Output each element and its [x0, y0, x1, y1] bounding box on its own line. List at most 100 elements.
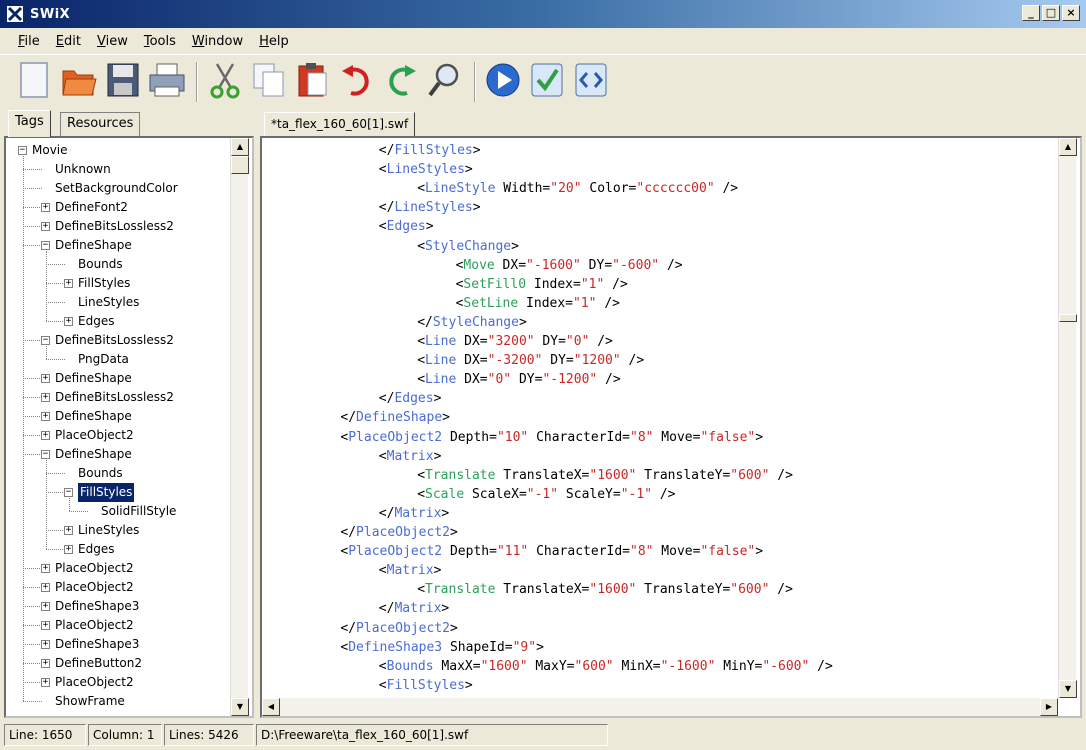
code-token: PlaceObject2	[356, 620, 450, 636]
tree-node[interactable]: Unknown	[6, 160, 230, 179]
find-magnifier-button[interactable]	[424, 59, 466, 105]
tree-node[interactable]: + PlaceObject2	[6, 673, 230, 692]
tree-node[interactable]: − DefineShape	[6, 445, 230, 464]
code-editor[interactable]: </FillStyles> <LineStyles> <LineStyle Widt…	[260, 136, 1082, 718]
expand-icon[interactable]: +	[64, 317, 73, 326]
collapse-icon[interactable]: −	[64, 488, 73, 497]
tree-node[interactable]: + Edges	[6, 312, 230, 331]
tab-tags[interactable]: Tags	[8, 110, 51, 137]
expand-icon[interactable]: +	[41, 222, 50, 231]
tree-node[interactable]: + DefineShape3	[6, 635, 230, 654]
menu-file[interactable]: File	[10, 34, 48, 49]
expand-icon[interactable]: +	[41, 602, 50, 611]
xml-swap-button[interactable]	[570, 59, 612, 105]
tree-node[interactable]: + PlaceObject2	[6, 426, 230, 445]
tree-node[interactable]: − DefineShape	[6, 236, 230, 255]
tree-node[interactable]: + LineStyles	[6, 521, 230, 540]
tree-vertical-scrollbar[interactable]: ▲ ▼	[230, 138, 249, 716]
collapse-icon[interactable]: −	[18, 146, 27, 155]
editor-horizontal-scrollbar[interactable]: ◀ ▶	[262, 698, 1058, 716]
tree-node[interactable]: + DefineShape3	[6, 597, 230, 616]
code-token: "11"	[496, 544, 529, 560]
expand-icon[interactable]: +	[41, 678, 50, 687]
scroll-up-arrow[interactable]: ▲	[1059, 138, 1077, 156]
expand-icon[interactable]: +	[41, 564, 50, 573]
tree-node[interactable]: − Movie	[6, 141, 230, 160]
expand-icon[interactable]: +	[64, 279, 73, 288]
document-tab[interactable]: *ta_flex_160_60[1].swf	[264, 112, 416, 136]
collapse-icon[interactable]: −	[41, 241, 50, 250]
menu-help[interactable]: Help	[251, 34, 297, 49]
expand-icon[interactable]: +	[41, 393, 50, 402]
save-disk-button[interactable]	[102, 59, 144, 105]
code-token: Bounds	[386, 658, 434, 674]
undo-button[interactable]	[336, 59, 378, 105]
tree-node[interactable]: + DefineFont2	[6, 198, 230, 217]
code-token: Edges	[394, 391, 434, 407]
copy-button[interactable]	[248, 59, 290, 105]
expand-icon[interactable]: +	[41, 431, 50, 440]
expand-icon[interactable]: +	[64, 526, 73, 535]
menu-window[interactable]: Window	[184, 34, 251, 49]
expand-icon[interactable]: +	[41, 640, 50, 649]
expand-icon[interactable]: +	[41, 412, 50, 421]
run-play-button[interactable]	[482, 59, 524, 105]
expand-icon[interactable]: +	[41, 621, 50, 630]
open-folder-button[interactable]	[58, 59, 100, 105]
tree-node[interactable]: PngData	[6, 350, 230, 369]
tree-node-label: PlaceObject2	[55, 561, 134, 575]
scroll-thumb[interactable]	[231, 156, 249, 174]
code-token: SetLine	[463, 295, 519, 311]
tree-node[interactable]: + DefineBitsLossless2	[6, 388, 230, 407]
tree-node[interactable]: + PlaceObject2	[6, 578, 230, 597]
tree-node[interactable]: + DefineShape	[6, 369, 230, 388]
tree-node[interactable]: − FillStyles	[6, 482, 230, 503]
tree-node[interactable]: + DefineBitsLossless2	[6, 217, 230, 236]
scroll-thumb[interactable]	[1059, 314, 1077, 322]
tree-node-label: DefineShape	[55, 409, 132, 423]
scroll-down-arrow[interactable]: ▼	[1059, 680, 1077, 698]
expand-icon[interactable]: +	[64, 545, 73, 554]
scroll-up-arrow[interactable]: ▲	[231, 138, 249, 156]
scroll-left-arrow[interactable]: ◀	[262, 698, 280, 716]
tree-node[interactable]: LineStyles	[6, 293, 230, 312]
tree-node-label: DefineShape	[55, 371, 132, 385]
menu-edit[interactable]: Edit	[48, 34, 89, 49]
collapse-icon[interactable]: −	[41, 450, 50, 459]
expand-icon[interactable]: +	[41, 374, 50, 383]
menu-tools[interactable]: Tools	[136, 34, 184, 49]
editor-vertical-scrollbar[interactable]: ▲ ▼	[1058, 138, 1077, 698]
menu-view[interactable]: View	[89, 34, 136, 49]
validate-check-button[interactable]	[526, 59, 568, 105]
tree-node[interactable]: SolidFillStyle	[6, 502, 230, 521]
tree-node[interactable]: Bounds	[6, 464, 230, 483]
tree-node[interactable]: + DefineShape	[6, 407, 230, 426]
scroll-right-arrow[interactable]: ▶	[1040, 698, 1058, 716]
expand-icon[interactable]: +	[41, 659, 50, 668]
tree-node[interactable]: + DefineButton2	[6, 654, 230, 673]
maximize-button[interactable]: □	[1042, 5, 1060, 21]
tree-node[interactable]: Bounds	[6, 255, 230, 274]
tree-node[interactable]: − DefineBitsLossless2	[6, 331, 230, 350]
expand-icon[interactable]: +	[41, 583, 50, 592]
tree-node[interactable]: ShowFrame	[6, 692, 230, 711]
tree-node[interactable]: + Edges	[6, 540, 230, 559]
cut-scissors-button[interactable]	[204, 59, 246, 105]
tree-node[interactable]: + PlaceObject2	[6, 616, 230, 635]
paste-clipboard-button[interactable]	[292, 59, 334, 105]
new-document-button[interactable]	[14, 59, 56, 105]
code-token: "3200"	[487, 334, 535, 349]
tree-node[interactable]: + PlaceObject2	[6, 559, 230, 578]
collapse-icon[interactable]: −	[41, 336, 50, 345]
minimize-button[interactable]: _	[1022, 5, 1040, 21]
code-text-area[interactable]: </FillStyles> <LineStyles> <LineStyle Widt…	[262, 138, 1058, 696]
expand-icon[interactable]: +	[41, 203, 50, 212]
scroll-down-arrow[interactable]: ▼	[231, 698, 249, 716]
tree-node[interactable]: + FillStyles	[6, 274, 230, 293]
print-button[interactable]	[146, 59, 188, 105]
tree-node[interactable]: SetBackgroundColor	[6, 179, 230, 198]
close-button[interactable]: ×	[1062, 5, 1080, 21]
validate-check-icon	[529, 61, 565, 102]
tab-resources[interactable]: Resources	[60, 112, 141, 136]
redo-button[interactable]	[380, 59, 422, 105]
